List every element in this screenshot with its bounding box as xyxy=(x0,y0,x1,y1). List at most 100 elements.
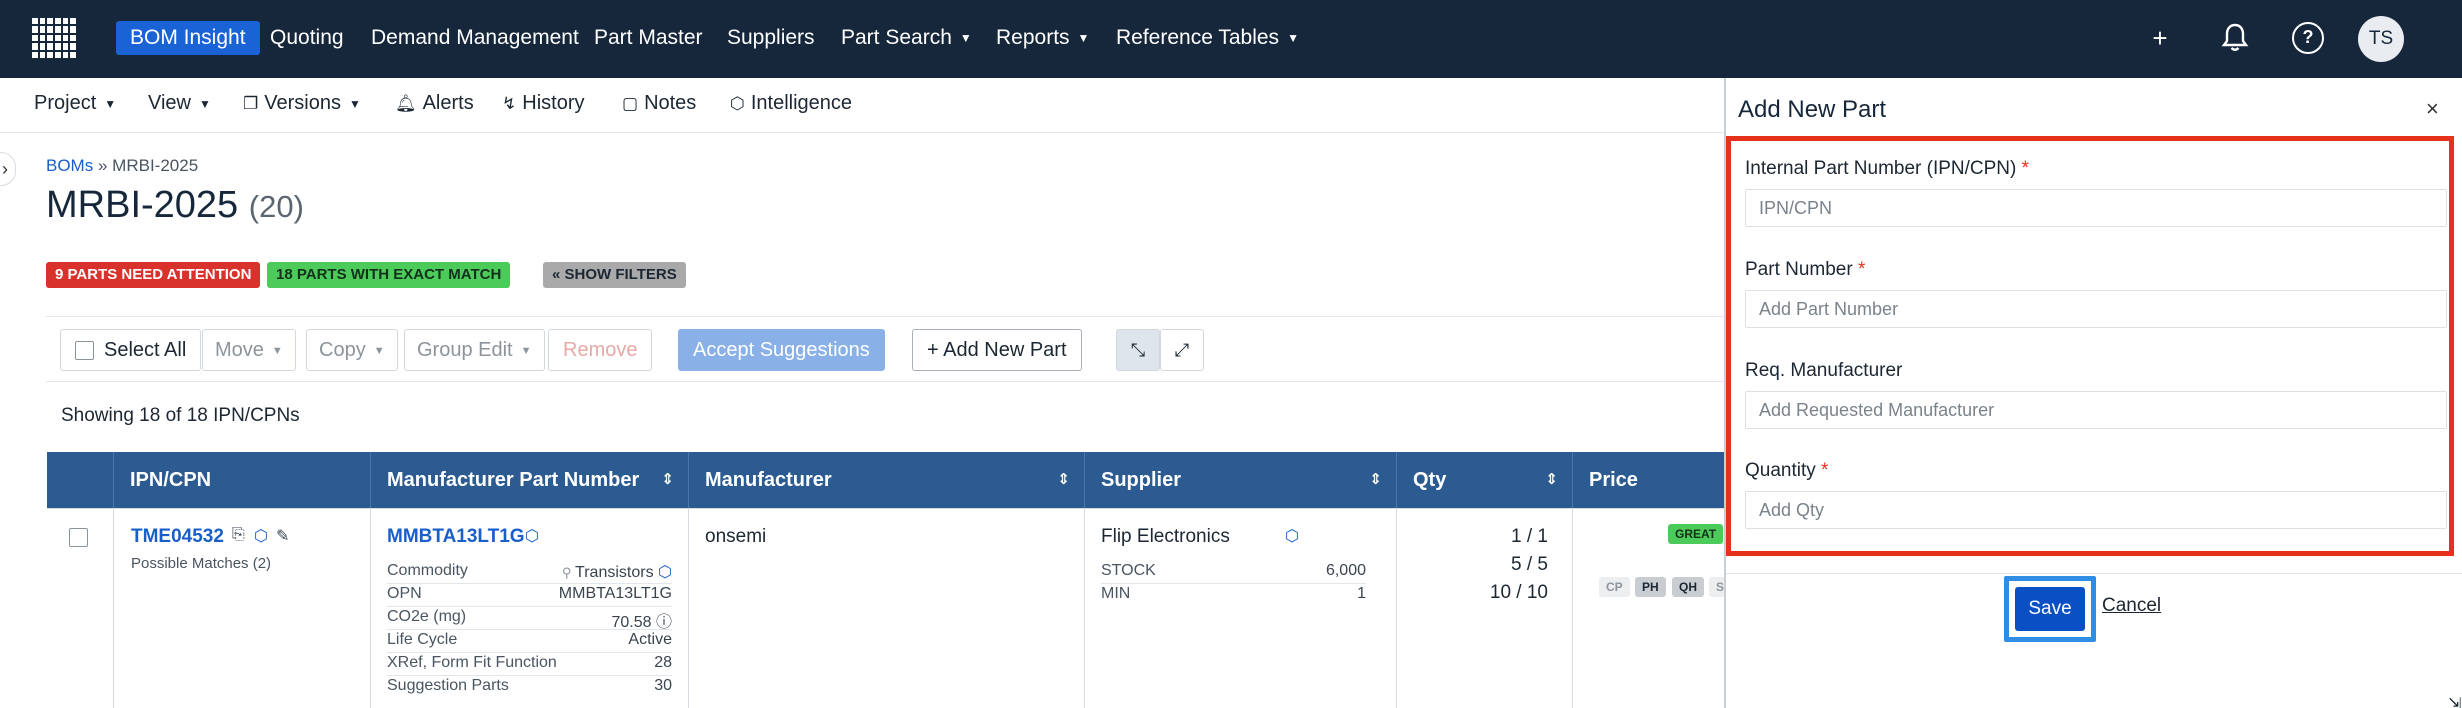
manufacturer-name: onsemi xyxy=(705,526,767,547)
cube-icon[interactable]: ⬡ xyxy=(254,526,268,546)
chevron-right-icon: › xyxy=(2,159,8,179)
select-all-checkbox[interactable]: Select All xyxy=(60,329,202,371)
possible-matches[interactable]: Possible Matches (2) xyxy=(131,555,271,572)
cancel-link[interactable]: Cancel xyxy=(2102,595,2161,617)
plus-icon[interactable]: + xyxy=(2144,22,2176,54)
sort-icon[interactable]: ⇕ xyxy=(1057,452,1070,508)
manufacturer-field-label: Req. Manufacturer xyxy=(1745,360,1903,381)
toolbar-project[interactable]: Project ▼ xyxy=(34,92,116,115)
nav-reports[interactable]: Reports ▼ xyxy=(996,21,1089,55)
group-edit-button[interactable]: Group Edit ▼ xyxy=(404,329,545,371)
chevron-down-icon: ▼ xyxy=(199,96,211,111)
chevron-down-icon: ▼ xyxy=(1287,31,1299,46)
toolbar-intelligence[interactable]: ⬡ Intelligence xyxy=(730,92,852,115)
toolbar-view[interactable]: View ▼ xyxy=(148,92,211,115)
price-tag-qh[interactable]: QH xyxy=(1672,577,1704,597)
chevron-down-icon: ▼ xyxy=(373,344,385,357)
sort-icon[interactable]: ⇕ xyxy=(1545,452,1558,508)
add-part-form: Internal Part Number (IPN/CPN) * Part Nu… xyxy=(1726,136,2454,556)
sidebar-toggle-button[interactable]: › xyxy=(0,152,16,186)
add-new-part-button[interactable]: + Add New Part xyxy=(912,329,1082,371)
cube-icon[interactable]: ⬡ xyxy=(525,526,539,546)
copy-button[interactable]: Copy ▼ xyxy=(306,329,398,371)
nav-part-master[interactable]: Part Master xyxy=(594,21,703,55)
qty-break: 5 / 5 xyxy=(1511,554,1548,575)
bom-toolbar: Project ▼ View ▼ ❐ Versions ▼ 🔔︎ Alerts ↯ Hist… xyxy=(0,78,1725,133)
help-icon[interactable]: ? xyxy=(2292,22,2324,54)
pin-icon: ⚲ xyxy=(561,565,576,580)
add-new-part-panel: Add New Part × Internal Part Number (IPN… xyxy=(1726,78,2462,708)
mpn-cell: MMBTA13LT1G ⬡ Commodity ⚲ Transistors ⬡ O… xyxy=(370,509,688,708)
panel-title: Add New Part xyxy=(1738,96,1887,123)
remove-button[interactable]: Remove xyxy=(548,329,653,371)
save-button[interactable]: Save xyxy=(2015,587,2085,631)
header-price[interactable]: Price xyxy=(1572,452,1725,508)
header-manufacturer[interactable]: Manufacturer ⇕ xyxy=(688,452,1084,508)
show-filters-button[interactable]: « SHOW FILTERS xyxy=(543,262,686,288)
quantity-field-label: Quantity * xyxy=(1745,460,1829,481)
header-supplier[interactable]: Supplier ⇕ xyxy=(1084,452,1396,508)
price-cell: GREAT CP PH QH S xyxy=(1572,509,1732,708)
price-tag-cp[interactable]: CP xyxy=(1599,577,1630,597)
expand-icon[interactable]: ⤢ xyxy=(1160,329,1204,371)
avatar[interactable]: TS xyxy=(2358,16,2404,62)
ipn-field-label: Internal Part Number (IPN/CPN) * xyxy=(1745,158,2030,179)
manufacturer-input[interactable] xyxy=(1745,391,2447,429)
toolbar-history[interactable]: ↯ History xyxy=(502,92,584,115)
toolbar-alerts[interactable]: 🔔︎ Alerts xyxy=(395,92,474,115)
attention-badge[interactable]: 9 PARTS NEED ATTENTION xyxy=(46,262,261,288)
row-checkbox[interactable] xyxy=(69,528,88,547)
qty-break: 10 / 10 xyxy=(1489,582,1548,603)
accept-suggestions-button[interactable]: Accept Suggestions xyxy=(678,329,885,371)
table-row: TME04532 ⎘ ⬡ ✎ Possible Matches (2) MMBT… xyxy=(47,508,1732,708)
price-tag-ph[interactable]: PH xyxy=(1635,577,1666,597)
versions-icon: ❐ xyxy=(243,94,259,113)
mpn-detail-co2e: CO2e (mg) 70.58 ⓘ xyxy=(387,608,672,631)
nav-suppliers[interactable]: Suppliers xyxy=(727,21,815,55)
part-count: (20) xyxy=(248,189,304,224)
cube-icon: ⬡ xyxy=(730,94,745,113)
ipn-link[interactable]: TME04532 xyxy=(131,526,224,548)
sort-icon[interactable]: ⇕ xyxy=(661,452,674,508)
supplier-name[interactable]: Flip Electronics xyxy=(1101,526,1230,548)
app-logo-icon[interactable] xyxy=(32,18,76,58)
part-number-field-label: Part Number * xyxy=(1745,259,1866,280)
chevron-down-icon: ▼ xyxy=(1077,31,1090,46)
move-button[interactable]: Move ▼ xyxy=(202,329,296,371)
price-rating-badge: GREAT xyxy=(1668,524,1724,544)
toolbar-versions[interactable]: ❐ Versions ▼ xyxy=(243,92,361,115)
ipn-input[interactable] xyxy=(1745,189,2447,227)
collapse-icon[interactable]: ⤡ xyxy=(1116,329,1160,371)
breadcrumb: BOMs » MRBI-2025 xyxy=(46,156,199,175)
supplier-min: MIN 1 xyxy=(1101,585,1366,602)
part-number-input[interactable] xyxy=(1745,290,2447,328)
nav-reference-tables[interactable]: Reference Tables ▼ xyxy=(1116,21,1299,55)
sort-icon[interactable]: ⇕ xyxy=(1369,452,1382,508)
close-icon[interactable]: × xyxy=(2426,96,2439,122)
nav-demand-management[interactable]: Demand Management xyxy=(371,21,579,55)
checkbox[interactable] xyxy=(75,341,94,361)
chevron-down-icon: ▼ xyxy=(271,344,283,357)
quantity-input[interactable] xyxy=(1745,491,2447,529)
bell-icon[interactable] xyxy=(2219,22,2251,54)
header-select xyxy=(47,452,113,508)
save-button-focus-ring: Save xyxy=(2004,576,2096,642)
exact-match-badge[interactable]: 18 PARTS WITH EXACT MATCH xyxy=(267,262,511,288)
breadcrumb-boms-link[interactable]: BOMs xyxy=(46,156,93,175)
toolbar-notes[interactable]: ▢ Notes xyxy=(622,92,696,115)
header-mpn[interactable]: Manufacturer Part Number ⇕ xyxy=(370,452,688,508)
mpn-link[interactable]: MMBTA13LT1G xyxy=(387,526,525,548)
edit-icon[interactable]: ✎ xyxy=(276,526,289,546)
copy-icon[interactable]: ⎘ xyxy=(232,526,245,544)
qty-cell: 1 / 1 5 / 5 10 / 10 xyxy=(1396,509,1572,708)
cursor-icon: ⇲ xyxy=(2448,696,2462,708)
nav-quoting[interactable]: Quoting xyxy=(270,21,344,55)
header-qty[interactable]: Qty ⇕ xyxy=(1396,452,1572,508)
nav-part-search[interactable]: Part Search ▼ xyxy=(841,21,972,55)
chevron-down-icon: ▼ xyxy=(104,96,117,111)
qty-break: 1 / 1 xyxy=(1511,526,1548,547)
chevron-down-icon: ▼ xyxy=(959,31,972,46)
cube-icon[interactable]: ⬡ xyxy=(1285,526,1299,546)
header-ipn[interactable]: IPN/CPN xyxy=(113,452,370,508)
nav-bom-insight[interactable]: BOM Insight xyxy=(116,21,260,55)
